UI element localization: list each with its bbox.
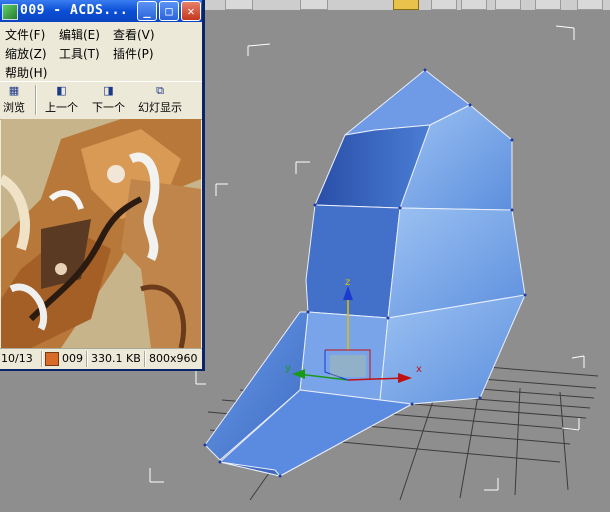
menu-view[interactable]: 查看(V) [113,26,155,43]
status-separator [86,351,88,367]
image-file-icon [45,352,59,366]
browse-icon: ▦ [8,84,20,97]
perspective-viewport[interactable]: z x y [149,10,610,512]
blue-boot-mesh[interactable] [204,69,526,477]
previous-button[interactable]: ◧ 上一个 [45,84,78,115]
acdsee-app-icon [2,4,18,20]
viewer-toolbar: ▦ 浏览 ◧ 上一个 ◨ 下一个 ⧉ 幻灯显示 [0,81,202,120]
menu-file[interactable]: 文件(F) [5,26,45,43]
browse-label: 浏览 [3,101,25,114]
image-name: 009 [62,352,83,365]
next-button[interactable]: ◨ 下一个 [92,84,125,115]
gizmo-x-label: x [416,364,422,375]
menu-edit[interactable]: 编辑(E) [59,26,100,43]
slideshow-icon: ⧉ [156,84,164,97]
browse-button[interactable]: ▦ 浏览 [3,84,25,115]
gizmo-z-label: z [345,277,350,288]
image-preview[interactable] [1,119,201,348]
menu-bar: 文件(F) 编辑(E) 查看(V) 缩放(Z) 工具(T) 插件(P) 帮助(H… [0,22,202,80]
status-separator [41,351,43,367]
close-button[interactable]: ✕ [181,1,201,21]
gizmo-y-label: y [285,363,291,374]
minimize-button[interactable]: _ [137,1,157,21]
menu-zoom[interactable]: 缩放(Z) [5,45,47,62]
previous-label: 上一个 [45,101,78,114]
left-arrow-icon: ◧ [56,84,67,97]
menu-tools[interactable]: 工具(T) [59,45,100,62]
acdsee-window[interactable]: 009 - ACDS... _ □ ✕ 文件(F) 编辑(E) 查看(V) 缩放… [0,0,205,371]
maximize-button[interactable]: □ [159,1,179,21]
right-arrow-icon: ◨ [103,84,114,97]
status-separator [144,351,146,367]
next-label: 下一个 [92,101,125,114]
slideshow-label: 幻灯显示 [138,101,182,114]
image-index: 10/13 [1,352,33,365]
title-bar[interactable]: 009 - ACDS... _ □ ✕ [0,0,202,22]
menu-help[interactable]: 帮助(H) [5,64,47,81]
image-dimensions: 800x960 [149,352,198,365]
toolbar-separator [35,85,37,115]
status-bar: 10/13 009 330.1 KB 800x960 [0,348,202,369]
painting-image [1,119,201,348]
file-size: 330.1 KB [91,352,141,365]
slideshow-button[interactable]: ⧉ 幻灯显示 [138,84,182,115]
menu-plugins[interactable]: 插件(P) [113,45,154,62]
window-title: 009 - ACDS... [20,3,129,18]
